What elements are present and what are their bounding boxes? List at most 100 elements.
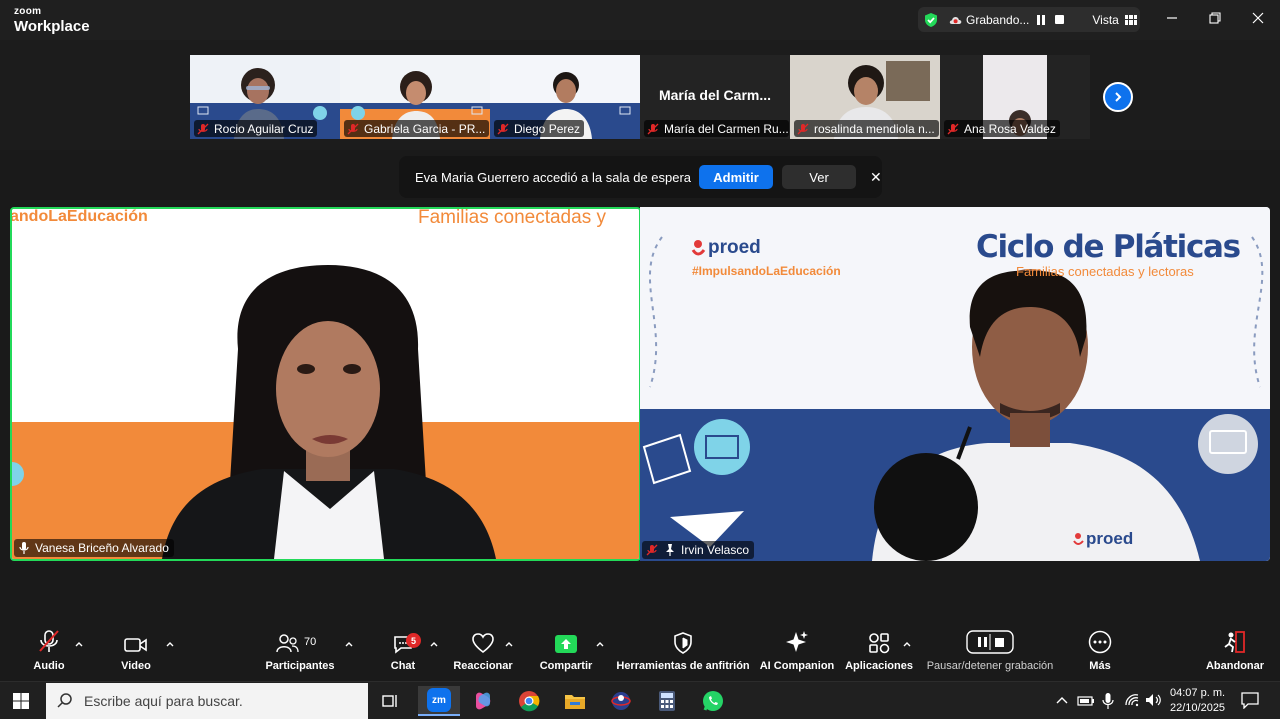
participant-name-tag: rosalinda mendiola n... <box>794 120 939 137</box>
react-label: Reaccionar <box>453 660 513 672</box>
chat-unread-badge: 5 <box>406 633 421 648</box>
tray-overflow-chevron-icon[interactable] <box>1056 695 1068 705</box>
minimize-button[interactable] <box>1150 0 1194 36</box>
leave-label: Abandonar <box>1205 660 1265 672</box>
proed-mark-icon <box>1073 533 1084 545</box>
participant-thumbnail[interactable]: Diego Perez <box>490 55 640 139</box>
participant-name-tag: Diego Perez <box>494 120 585 137</box>
brand-large: Workplace <box>14 18 90 35</box>
taskbar-clock[interactable]: 04:07 p. m. 22/10/2025 <box>1170 686 1225 716</box>
cloud-record-icon <box>949 16 962 24</box>
proed-logo-text: proed <box>708 237 761 258</box>
participant-strip: Rocio Aguilar Cruz Gabriela Garcia - PR.… <box>0 40 1280 150</box>
audio-label: Audio <box>33 660 65 672</box>
participants-button[interactable]: 70 Participantes <box>265 627 335 681</box>
task-view-button[interactable] <box>375 686 405 716</box>
participant-name: Gabriela Garcia - PR... <box>364 121 486 136</box>
share-screen-icon <box>555 635 577 653</box>
calculator-taskbar-app[interactable] <box>652 686 682 716</box>
title-bar: zoom Workplace Grabando... Vista <box>0 0 1280 40</box>
react-button[interactable]: Reaccionar <box>453 627 513 681</box>
wifi-icon[interactable] <box>1124 693 1140 707</box>
react-options-caret-icon[interactable] <box>505 641 513 647</box>
chrome-taskbar-app[interactable] <box>514 686 544 716</box>
microphone-tray-icon[interactable] <box>1102 692 1114 710</box>
calculator-icon <box>659 691 675 711</box>
waiting-room-notification: Eva Maria Guerrero accedió a la sala de … <box>399 156 882 198</box>
game-taskbar-app[interactable] <box>606 686 636 716</box>
view-waiting-room-button[interactable]: Ver <box>782 165 857 189</box>
start-button[interactable] <box>6 686 36 716</box>
leave-button[interactable]: Abandonar <box>1205 627 1265 681</box>
file-explorer-taskbar-app[interactable] <box>560 686 590 716</box>
banner-hashtag: andoLaEducación <box>10 208 148 225</box>
pinned-icon <box>666 544 674 556</box>
participants-options-caret-icon[interactable] <box>345 641 353 647</box>
participant-name: Ana Rosa Valdez <box>964 121 1056 136</box>
share-label: Compartir <box>539 660 593 672</box>
pause-recording-icon[interactable] <box>1037 14 1046 25</box>
gallery-view-icon[interactable] <box>1124 14 1137 25</box>
participants-icon: 70 <box>276 634 316 653</box>
banner-subtitle: Familias conectadas y <box>418 207 606 228</box>
more-label: Más <box>1089 660 1111 672</box>
ai-companion-button[interactable]: AI Companion <box>760 627 834 681</box>
admit-button[interactable]: Admitir <box>699 165 774 189</box>
participant-name-tag: Ana Rosa Valdez <box>944 120 1060 137</box>
pause-stop-recording-button[interactable]: Pausar/detener grabación <box>925 627 1055 681</box>
close-window-button[interactable] <box>1236 0 1280 36</box>
taskbar-search-box[interactable]: Escribe aquí para buscar. <box>46 683 368 719</box>
whatsapp-taskbar-app[interactable] <box>698 686 728 716</box>
more-dots-icon <box>1088 630 1112 654</box>
view-menu-label[interactable]: Vista <box>1092 13 1118 27</box>
participant-thumbnail[interactable]: María del Carm... María del Carmen Ru... <box>640 55 790 139</box>
sparkle-icon <box>786 631 808 652</box>
thumbnail-row: Rocio Aguilar Cruz Gabriela Garcia - PR.… <box>190 55 1090 139</box>
video-options-caret-icon[interactable] <box>166 641 174 647</box>
audio-button[interactable]: Audio <box>30 627 68 681</box>
close-notification-icon[interactable]: ✕ <box>870 169 882 186</box>
active-speaker-tile[interactable]: andoLaEducación Familias conectadas y Va… <box>10 207 641 561</box>
next-page-button[interactable] <box>1103 82 1133 112</box>
participant-thumbnail[interactable]: Rocio Aguilar Cruz <box>190 55 340 139</box>
participant-thumbnail[interactable]: rosalinda mendiola n... <box>790 55 940 139</box>
recording-pill[interactable]: Grabando... Vista <box>918 7 1140 32</box>
banner-strip: andoLaEducación Familias conectadas y <box>12 209 639 229</box>
share-button[interactable]: Compartir <box>540 627 592 681</box>
copilot-icon <box>476 692 491 710</box>
pause-stop-recording-label: Pausar/detener grabación <box>926 660 1054 672</box>
participants-label: Participantes <box>265 660 335 672</box>
slide-title: Ciclo de Pláticas <box>976 229 1241 265</box>
apps-options-caret-icon[interactable] <box>903 641 911 647</box>
waiting-room-message: Eva Maria Guerrero accedió a la sala de … <box>415 169 692 185</box>
windows-logo-icon <box>13 693 29 709</box>
proed-logo: proed <box>690 237 761 259</box>
apps-button[interactable]: Aplicaciones <box>845 627 913 681</box>
stop-recording-icon[interactable] <box>1055 15 1065 24</box>
participant-name: rosalinda mendiola n... <box>814 121 935 136</box>
chrome-icon <box>519 691 540 712</box>
video-label: Video <box>121 660 151 672</box>
muted-mic-icon <box>947 123 959 134</box>
host-tools-button[interactable]: Herramientas de anfitrión <box>616 627 750 681</box>
participant-thumbnail[interactable]: Ana Rosa Valdez <box>940 55 1090 139</box>
chat-label: Chat <box>390 660 416 672</box>
meeting-toolbar: Audio Video 70 Participantes Chat 5 Reac… <box>0 627 1280 681</box>
audio-options-caret-icon[interactable] <box>75 641 83 647</box>
participant-name-tag: Gabriela Garcia - PR... <box>344 120 489 137</box>
participant-thumbnail[interactable]: Gabriela Garcia - PR... <box>340 55 490 139</box>
volume-icon[interactable] <box>1145 693 1163 707</box>
more-button[interactable]: Más <box>1082 627 1118 681</box>
participant-name-tag: Rocio Aguilar Cruz <box>194 120 318 137</box>
share-options-caret-icon[interactable] <box>596 641 604 647</box>
zoom-taskbar-app[interactable]: zm <box>418 686 460 716</box>
notifications-icon[interactable] <box>1240 691 1260 709</box>
folder-icon <box>565 695 585 709</box>
video-button[interactable]: Video <box>118 627 154 681</box>
task-view-icon <box>382 695 397 707</box>
battery-icon[interactable] <box>1077 694 1095 708</box>
speaker-tile[interactable]: proed #ImpulsandoLaEducación Ciclo de Pl… <box>640 207 1270 561</box>
copilot-taskbar-app[interactable] <box>468 686 498 716</box>
chat-options-caret-icon[interactable] <box>430 641 438 647</box>
restore-button[interactable] <box>1193 0 1237 36</box>
